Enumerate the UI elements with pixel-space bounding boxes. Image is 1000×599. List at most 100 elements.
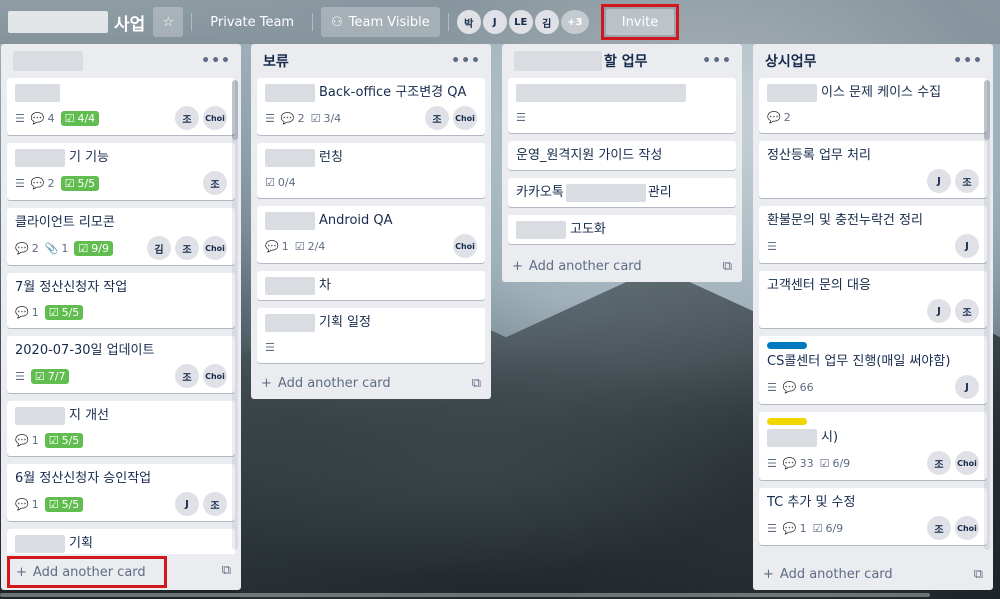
redacted-text bbox=[565, 184, 646, 202]
list-header[interactable]: 상시업무 ••• bbox=[753, 44, 993, 78]
checklist-badge: ☑ 7/7 bbox=[30, 368, 70, 384]
card[interactable]: 고도화 bbox=[508, 215, 736, 244]
star-button[interactable]: ☆ bbox=[153, 7, 184, 37]
avatar[interactable]: J bbox=[927, 299, 951, 323]
avatar[interactable]: Choi bbox=[955, 451, 979, 475]
card-template-icon[interactable]: ⧉ bbox=[222, 563, 231, 578]
card[interactable]: 이스 문제 케이스 수집 💬 2 bbox=[759, 78, 987, 133]
card[interactable]: 6월 정산신청자 승인작업 💬 1 ☑ 5/5 J 조 bbox=[7, 464, 235, 521]
avatar[interactable]: 조 bbox=[175, 364, 199, 388]
list-header[interactable]: ••• bbox=[1, 44, 241, 78]
redacted-text bbox=[13, 51, 83, 71]
card[interactable]: TC 추가 및 수정 ☰ 💬 1 ☑ 6/9 조 Choi bbox=[759, 488, 987, 545]
card[interactable]: ☰ bbox=[508, 78, 736, 133]
card-title-text: 관리 bbox=[647, 185, 672, 200]
avatar[interactable]: 김 bbox=[534, 10, 559, 34]
card[interactable]: 지 개선 💬 1 ☑ 5/5 bbox=[7, 401, 235, 456]
comment-icon: 💬 bbox=[15, 433, 29, 447]
card[interactable]: 기획 일정 ☰ bbox=[257, 308, 485, 363]
checkbox-icon: ☑ bbox=[78, 241, 89, 255]
avatar[interactable]: Choi bbox=[203, 364, 227, 388]
card-template-icon[interactable]: ⧉ bbox=[472, 376, 481, 391]
board-title[interactable]: 사업 bbox=[8, 10, 145, 35]
avatar[interactable]: J bbox=[955, 234, 979, 258]
card[interactable]: ☰ 💬 4 ☑ 4/4 조 Choi bbox=[7, 78, 235, 135]
avatar[interactable]: 조 bbox=[175, 236, 199, 260]
add-card-button[interactable]: + Add another card bbox=[7, 556, 167, 588]
list-scrollbar[interactable] bbox=[984, 80, 990, 550]
card[interactable]: 기 기능 ☰ 💬 2 ☑ 5/5 조 bbox=[7, 143, 235, 200]
plus-icon: + bbox=[763, 566, 774, 582]
avatar[interactable]: Choi bbox=[453, 106, 477, 130]
card[interactable]: 환불문의 및 충전누락건 정리 ☰ J bbox=[759, 206, 987, 263]
card-title bbox=[516, 84, 728, 102]
invite-button[interactable]: Invite bbox=[605, 9, 675, 35]
team-visible-button[interactable]: ⚇ Team Visible bbox=[321, 7, 440, 37]
avatar[interactable]: 조 bbox=[175, 106, 199, 130]
card-title-text: TC 추가 및 수정 bbox=[767, 495, 856, 510]
avatar[interactable]: 박 bbox=[456, 10, 481, 34]
scrollbar-thumb[interactable] bbox=[984, 80, 990, 140]
redacted-text bbox=[15, 84, 60, 102]
card-title bbox=[15, 84, 227, 102]
card[interactable]: 차 bbox=[257, 271, 485, 300]
comments-badge: 💬 1 bbox=[15, 434, 39, 447]
card-title-text: 7월 정산신청자 작업 bbox=[15, 280, 128, 295]
avatar[interactable]: 조 bbox=[927, 451, 951, 475]
list-menu-icon[interactable]: ••• bbox=[451, 53, 481, 69]
checklist-badge: ☑ 2/4 bbox=[295, 240, 326, 253]
list-scrollbar[interactable] bbox=[232, 80, 238, 550]
card-template-icon[interactable]: ⧉ bbox=[723, 259, 732, 274]
avatar[interactable]: 김 bbox=[147, 236, 171, 260]
description-icon: ☰ bbox=[15, 176, 25, 190]
avatar[interactable]: Choi bbox=[203, 106, 227, 130]
card[interactable]: 운영_원격지원 가이드 작성 bbox=[508, 141, 736, 170]
list-menu-icon[interactable]: ••• bbox=[702, 53, 732, 69]
list-header[interactable]: 보류 ••• bbox=[251, 44, 491, 78]
avatar[interactable]: 조 bbox=[425, 106, 449, 130]
more-members-button[interactable]: +3 bbox=[560, 10, 589, 34]
card[interactable]: 2020-07-30일 업데이트 ☰ ☑ 7/7 조 Choi bbox=[7, 336, 235, 393]
avatar[interactable]: 조 bbox=[955, 299, 979, 323]
card-title: 2020-07-30일 업데이트 bbox=[15, 342, 227, 360]
private-team-button[interactable]: Private Team bbox=[200, 7, 304, 37]
list-menu-icon[interactable]: ••• bbox=[953, 53, 983, 69]
avatar[interactable]: J bbox=[955, 375, 979, 399]
avatar[interactable]: 조 bbox=[927, 516, 951, 540]
card[interactable]: 기획 bbox=[7, 529, 235, 554]
card[interactable]: CS콜센터 업무 진행(매일 써야함) ☰ 💬 66 J bbox=[759, 336, 987, 404]
card[interactable]: Back-office 구조변경 QA ☰ 💬 2 ☑ 3/4 조 Choi bbox=[257, 78, 485, 135]
card-title-text: 카카오톡 bbox=[516, 185, 564, 200]
card-label[interactable] bbox=[767, 342, 807, 349]
card-badges: ☰ 💬 2 ☑ 5/5 조 bbox=[15, 171, 227, 195]
card[interactable]: 시) ☰ 💬 33 ☑ 6/9 조 Choi bbox=[759, 412, 987, 480]
list-header[interactable]: 할 업무 ••• bbox=[502, 44, 742, 78]
card[interactable]: 클라이언트 리모콘 💬 2 📎 1 ☑ 9/9 김 조 Choi bbox=[7, 208, 235, 265]
avatar[interactable]: 조 bbox=[955, 169, 979, 193]
card-title: 7월 정산신청자 작업 bbox=[15, 279, 227, 297]
card-template-icon[interactable]: ⧉ bbox=[974, 567, 983, 582]
avatar[interactable]: J bbox=[482, 10, 507, 34]
card-badges: 💬 1 ☑ 5/5 bbox=[15, 301, 227, 323]
add-card-button[interactable]: + Add another card bbox=[502, 250, 742, 282]
avatar[interactable]: J bbox=[927, 169, 951, 193]
card[interactable]: 고객센터 문의 대응 J 조 bbox=[759, 271, 987, 328]
add-card-button[interactable]: + Add another card bbox=[753, 558, 993, 590]
add-card-button[interactable]: + Add another card bbox=[251, 367, 491, 399]
card[interactable]: 카카오톡 관리 bbox=[508, 178, 736, 207]
card[interactable]: 정산등록 업무 처리 J 조 bbox=[759, 141, 987, 198]
avatar[interactable]: Choi bbox=[203, 236, 227, 260]
avatar[interactable]: LE bbox=[508, 10, 533, 34]
avatar[interactable]: J bbox=[175, 492, 199, 516]
list-menu-icon[interactable]: ••• bbox=[201, 53, 231, 69]
avatar[interactable]: Choi bbox=[453, 234, 477, 258]
card[interactable]: Android QA 💬 1 ☑ 2/4 Choi bbox=[257, 206, 485, 263]
card[interactable]: 7월 정산신청자 작업 💬 1 ☑ 5/5 bbox=[7, 273, 235, 328]
avatar[interactable]: 조 bbox=[203, 492, 227, 516]
avatar[interactable]: 조 bbox=[203, 171, 227, 195]
card-label[interactable] bbox=[767, 418, 807, 425]
card[interactable]: 런칭 ☑ 0/4 bbox=[257, 143, 485, 198]
avatar[interactable]: Choi bbox=[955, 516, 979, 540]
horizontal-scrollbar[interactable] bbox=[0, 593, 930, 597]
scrollbar-thumb[interactable] bbox=[232, 80, 238, 140]
